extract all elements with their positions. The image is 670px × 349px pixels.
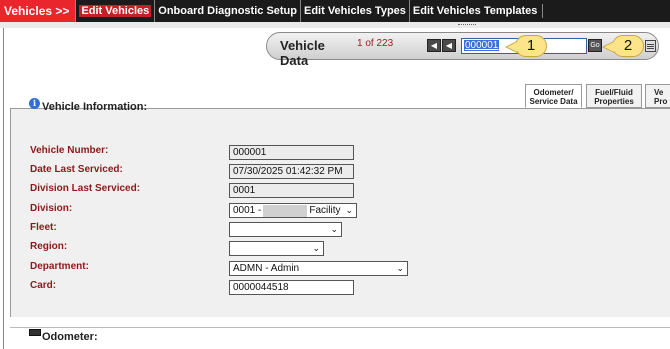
record-count: 1 of 223 [357,38,394,49]
nav-edit-vehicles-templates[interactable]: Edit Vehicles Templates [408,0,541,22]
first-record-icon[interactable]: ◀ [427,39,441,52]
go-button[interactable]: Go [588,39,602,52]
date-last-serviced-field[interactable]: 07/30/2025 01:42:32 PM [229,164,354,179]
top-nav: Vehicles >> Edit Vehicles Onboard Diagno… [0,0,670,22]
callout-2: 2 [602,35,644,57]
department-select[interactable]: ADMN - Admin ⌄ [229,261,408,276]
label-department: Department: [30,261,89,272]
resize-grip-icon[interactable] [458,24,476,26]
vehicle-number-field[interactable]: 000001 [229,145,354,160]
label-vehicle-number: Vehicle Number: [30,145,109,156]
nav-edit-vehicles[interactable]: Edit Vehicles [75,0,155,22]
print-icon[interactable] [645,40,656,52]
left-border [3,28,4,349]
division-value-prefix: 0001 - [233,205,262,216]
nav-edit-vehicles-label[interactable]: Edit Vehicles [79,5,152,17]
label-division: Division: [30,203,73,214]
tab-odometer-service-data[interactable]: Odometer/ Service Data [525,84,582,108]
section-title: Vehicle Information: [42,101,148,113]
callout-1: 1 [505,35,547,57]
department-value: ADMN - Admin [233,263,300,274]
tab-vehicle-properties[interactable]: Ve Pro [645,84,670,108]
label-date-last-serviced: Date Last Serviced: [30,164,123,175]
tab-fuel-fluid-properties[interactable]: Fuel/Fluid Properties [586,84,642,108]
fleet-select[interactable]: ⌄ [229,222,342,237]
division-last-serviced-field[interactable]: 0001 [229,183,354,198]
nav-onboard-diagnostic-setup[interactable]: Onboard Diagnostic Setup [154,0,300,22]
division-select[interactable]: 0001 - Facility ⌄ [229,203,357,218]
chevron-down-icon: ⌄ [330,224,338,234]
nav-brand-vehicles[interactable]: Vehicles >> [0,0,76,22]
chevron-down-icon: ⌄ [312,243,320,253]
nav-divider [542,4,544,18]
record-number-value[interactable]: 000001 [464,40,500,51]
chevron-down-icon: ⌄ [345,205,353,215]
label-region: Region: [30,241,68,252]
previous-record-icon[interactable]: ◀ [442,39,456,52]
sub-bar [0,22,670,28]
odometer-divider [10,327,670,328]
label-division-last-serviced: Division Last Serviced: [30,183,141,194]
card-field[interactable]: 0000044518 [229,280,354,295]
nav-edit-vehicles-types[interactable]: Edit Vehicles Types [300,0,409,22]
division-value-suffix: Facility [309,205,341,216]
chevron-down-icon: ⌄ [396,263,404,273]
redacted-block [263,205,308,217]
label-card: Card: [30,280,57,291]
record-navigator-title: Vehicle Data [280,38,325,68]
region-select[interactable]: ⌄ [229,241,324,256]
odometer-icon [29,329,41,336]
label-fleet: Fleet: [30,222,57,233]
info-icon: i [29,98,40,109]
odometer-title: Odometer: [42,331,98,343]
